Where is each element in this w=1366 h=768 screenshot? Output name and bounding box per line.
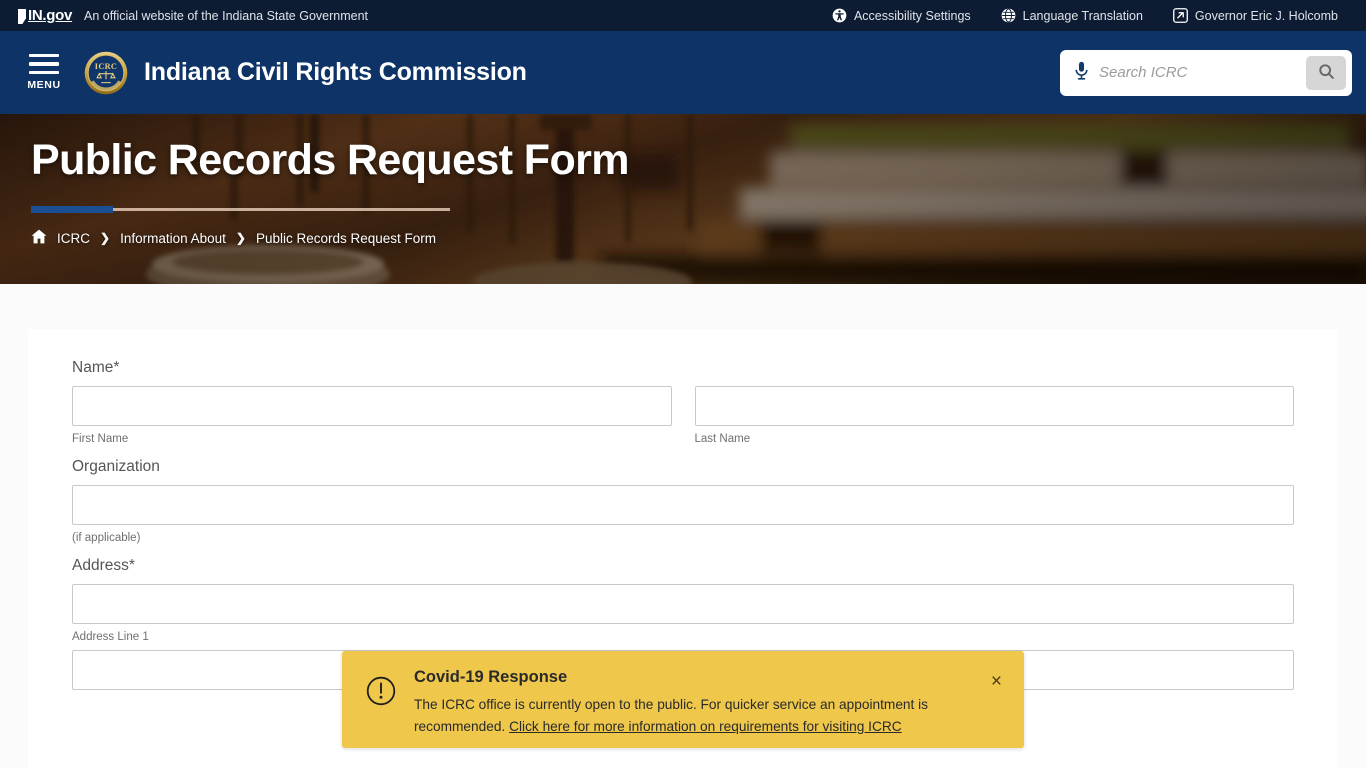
hamburger-icon	[29, 53, 59, 75]
address-line-1-input[interactable]	[72, 584, 1294, 624]
covid-banner-link[interactable]: Click here for more information on requi…	[509, 719, 902, 734]
field-sublabel: First Name	[72, 433, 129, 445]
home-icon[interactable]	[31, 229, 47, 247]
utility-link-language-translation[interactable]: Language Translation	[1001, 8, 1143, 23]
field-label-text: Name	[72, 359, 114, 376]
field-label: Name*	[72, 359, 1294, 377]
field-sublabel: Address Line 1	[72, 631, 149, 643]
menu-button-label: MENU	[27, 79, 61, 92]
covid-banner-body: Covid-19 Response The ICRC office is cur…	[414, 668, 987, 738]
required-marker: *	[113, 359, 120, 376]
utility-link-label: Governor Eric J. Holcomb	[1194, 8, 1338, 23]
menu-button[interactable]: MENU	[22, 53, 66, 92]
breadcrumb: ICRC ❯ Information About ❯ Public Record…	[31, 229, 1366, 247]
breadcrumb-item-information-about[interactable]: Information About	[120, 231, 226, 246]
breadcrumb-item-current: Public Records Request Form	[255, 230, 437, 246]
utility-link-label: Accessibility Settings	[853, 8, 971, 23]
site-masthead: MENU ICRC Indiana Civil Rights Commissio…	[0, 31, 1366, 114]
last-name-input[interactable]	[694, 386, 1294, 426]
field-sublabel: Last Name	[694, 433, 751, 445]
organization-input[interactable]	[72, 485, 1294, 525]
field-label: Address*	[72, 557, 1294, 575]
icrc-seal-logo[interactable]: ICRC	[84, 51, 128, 95]
official-website-tagline: An official website of the Indiana State…	[84, 8, 369, 23]
field-column-first-name: First Name	[72, 386, 672, 445]
chevron-right-icon: ❯	[100, 231, 111, 246]
field-column-last-name: Last Name	[694, 386, 1294, 445]
form-field-name: Name* First Name Last Name	[72, 359, 1294, 445]
field-label: Organization	[72, 458, 1294, 476]
in-gov-logo[interactable]: IN .gov	[18, 7, 72, 24]
external-link-icon	[1172, 8, 1188, 23]
in-gov-logo-gov: .gov	[42, 7, 73, 24]
form-field-organization: Organization (if applicable)	[72, 458, 1294, 544]
covid-banner-close-button[interactable]: ×	[987, 670, 1006, 693]
field-row: First Name Last Name	[72, 386, 1294, 445]
search-submit-button[interactable]	[1306, 55, 1346, 90]
state-utility-bar: IN .gov An official website of the Indian…	[0, 0, 1366, 31]
search-icon	[1318, 63, 1335, 83]
accessibility-icon	[832, 8, 847, 23]
microphone-icon[interactable]	[1074, 61, 1089, 85]
page-title: Public Records Request Form	[31, 136, 629, 184]
title-accent-rule	[31, 206, 450, 214]
utility-link-label: Language Translation	[1022, 8, 1143, 23]
field-label-text: Organization	[72, 458, 160, 475]
breadcrumb-item-icrc[interactable]: ICRC	[57, 231, 90, 246]
site-title: Indiana Civil Rights Commission	[144, 58, 527, 86]
svg-text:ICRC: ICRC	[95, 61, 117, 70]
page-hero: Public Records Request Form ICRC ❯ Infor…	[0, 114, 1366, 284]
field-sublabel: (if applicable)	[72, 532, 141, 544]
hero-content: Public Records Request Form ICRC ❯ Infor…	[0, 114, 1366, 247]
site-search	[1060, 49, 1352, 96]
first-name-input[interactable]	[72, 386, 672, 426]
field-label-text: Address	[72, 557, 129, 574]
globe-icon	[1001, 8, 1016, 23]
utility-link-governor[interactable]: Governor Eric J. Holcomb	[1172, 8, 1338, 23]
covid-banner-text: The ICRC office is currently open to the…	[414, 694, 987, 738]
indiana-state-shape-icon	[18, 9, 26, 24]
covid-notification-banner: Covid-19 Response The ICRC office is cur…	[342, 651, 1024, 748]
in-gov-logo-in: IN	[28, 7, 43, 24]
chevron-right-icon: ❯	[235, 231, 246, 246]
covid-banner-title: Covid-19 Response	[414, 668, 568, 686]
search-input[interactable]	[1099, 49, 1306, 96]
utility-links: Accessibility Settings Language Translat…	[832, 8, 1352, 23]
alert-circle-icon	[366, 676, 396, 711]
required-marker: *	[128, 557, 135, 574]
utility-link-accessibility-settings[interactable]: Accessibility Settings	[832, 8, 971, 23]
